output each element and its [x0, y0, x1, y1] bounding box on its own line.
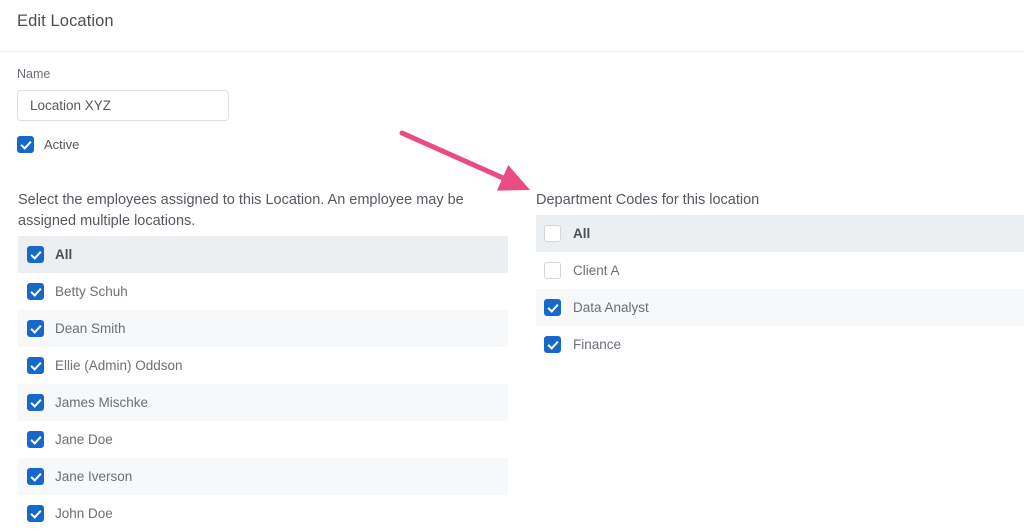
- page-title: Edit Location: [17, 12, 114, 30]
- department-option-label: Data Analyst: [573, 300, 649, 315]
- employee-option-row[interactable]: Dean Smith: [18, 310, 508, 347]
- checkbox-checked-icon[interactable]: [27, 320, 44, 337]
- department-option-row[interactable]: Data Analyst: [536, 289, 1024, 326]
- employee-option-row[interactable]: Jane Iverson: [18, 458, 508, 495]
- employees-checkbox-list: All Betty Schuh Dean Smith Ellie (Admin) Od…: [18, 236, 508, 531]
- employee-option-row[interactable]: Ellie (Admin) Oddson: [18, 347, 508, 384]
- employee-option-row[interactable]: Jane Doe: [18, 421, 508, 458]
- employee-option-label: Ellie (Admin) Oddson: [55, 358, 183, 373]
- checkbox-checked-icon[interactable]: [27, 394, 44, 411]
- employee-option-label: All: [55, 247, 73, 262]
- department-option-label: All: [573, 226, 591, 241]
- employee-option-label: John Doe: [55, 506, 113, 521]
- department-option-label: Finance: [573, 337, 622, 352]
- checkbox-checked-icon[interactable]: [544, 336, 561, 353]
- checkbox-unchecked-icon[interactable]: [544, 262, 561, 279]
- name-input[interactable]: [17, 90, 229, 121]
- checkbox-checked-icon[interactable]: [27, 283, 44, 300]
- department-option-row[interactable]: Finance: [536, 326, 1024, 363]
- checkbox-unchecked-icon[interactable]: [544, 225, 561, 242]
- annotation-arrow-shaft: [399, 130, 506, 181]
- employee-option-row[interactable]: All: [18, 236, 508, 273]
- employee-option-row[interactable]: James Mischke: [18, 384, 508, 421]
- checkbox-checked-icon[interactable]: [27, 431, 44, 448]
- checkbox-checked-icon[interactable]: [27, 357, 44, 374]
- employee-option-label: James Mischke: [55, 395, 149, 410]
- employees-panel-intro: Select the employees assigned to this Lo…: [18, 192, 464, 229]
- employee-option-label: Jane Iverson: [55, 469, 133, 484]
- edit-location-page: Edit Location Name Active Select the emp…: [0, 0, 1024, 531]
- employee-option-label: Dean Smith: [55, 321, 126, 336]
- checkbox-checked-icon[interactable]: [27, 468, 44, 485]
- employee-option-row[interactable]: John Doe: [18, 495, 508, 531]
- checkbox-checked-icon[interactable]: [544, 299, 561, 316]
- name-field-label: Name: [17, 67, 51, 81]
- employee-option-label: Jane Doe: [55, 432, 113, 447]
- department-option-row[interactable]: Client A: [536, 252, 1024, 289]
- active-checkbox-label: Active: [44, 136, 80, 152]
- page-header: Edit Location: [0, 0, 1024, 52]
- checkbox-checked-icon[interactable]: [17, 135, 34, 153]
- employee-option-row[interactable]: Betty Schuh: [18, 273, 508, 310]
- employee-option-label: Betty Schuh: [55, 284, 128, 299]
- annotation-arrow-head: [496, 165, 530, 191]
- employees-panel: Select the employees assigned to this Lo…: [18, 190, 508, 531]
- checkbox-checked-icon[interactable]: [27, 505, 44, 522]
- department-option-label: Client A: [573, 263, 620, 278]
- department-codes-panel: Department Codes for this location All Cl…: [536, 190, 1024, 363]
- department-codes-heading: Department Codes for this location: [536, 192, 760, 208]
- department-codes-checkbox-list: All Client A Data Analyst Finance: [536, 215, 1024, 363]
- checkbox-checked-icon[interactable]: [27, 246, 44, 263]
- department-option-row[interactable]: All: [536, 215, 1024, 252]
- active-checkbox-row[interactable]: Active: [17, 135, 79, 153]
